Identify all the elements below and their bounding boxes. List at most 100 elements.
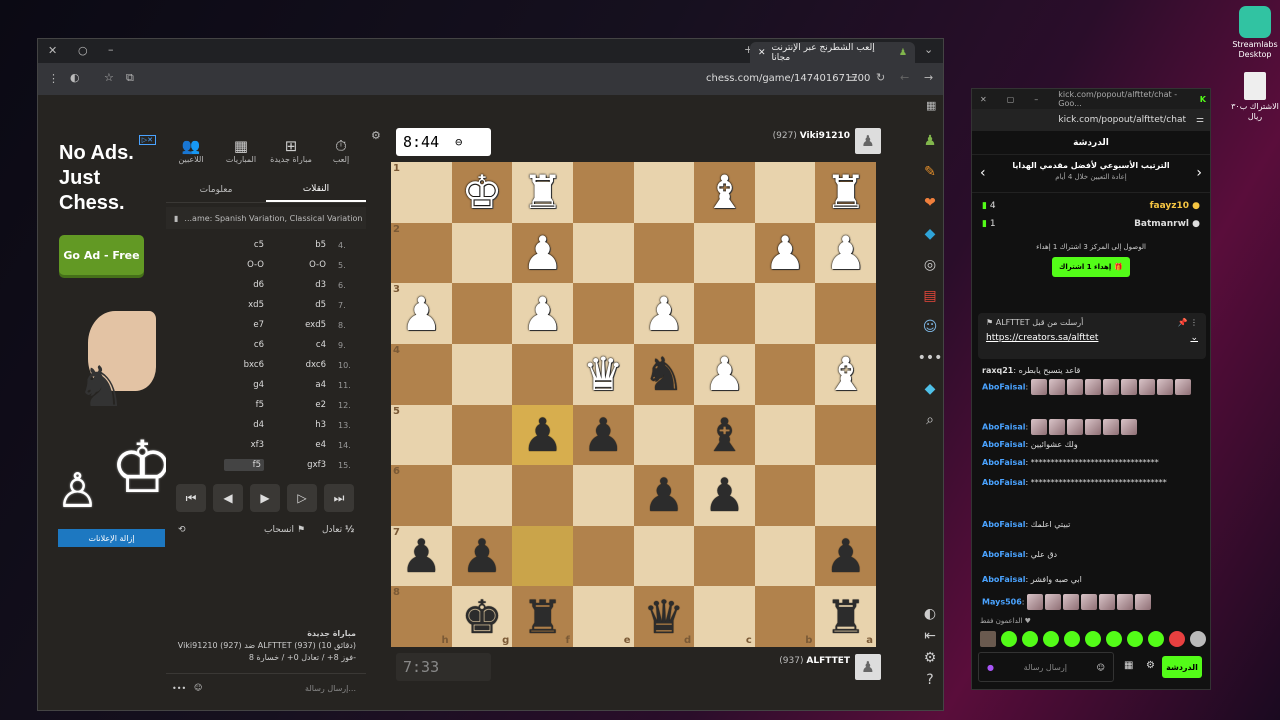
menu-dots-icon[interactable]: ⋮	[48, 72, 59, 85]
board-square[interactable]	[633, 162, 695, 223]
play-icon[interactable]: ❤	[918, 187, 942, 218]
board-square[interactable]	[815, 404, 876, 466]
board-square[interactable]	[754, 162, 816, 223]
board-square[interactable]: ♛	[572, 343, 634, 405]
emote-icon[interactable]	[1190, 631, 1206, 647]
board-square[interactable]: 8h	[391, 586, 452, 647]
forward-icon[interactable]: →	[924, 71, 933, 84]
board-square[interactable]	[694, 283, 755, 344]
chat-username[interactable]: AboFaisal	[982, 383, 1025, 392]
board-square[interactable]: ♟	[815, 525, 876, 587]
board-square[interactable]: ♟	[451, 525, 513, 587]
resign-button[interactable]: انسحاب ⚑	[264, 525, 305, 535]
white-bishop-icon[interactable]: ♝	[825, 351, 866, 397]
go-ad-free-button[interactable]: Go Ad - Free	[59, 235, 144, 275]
board-square[interactable]: ♝	[694, 404, 755, 466]
board-square[interactable]	[451, 465, 513, 526]
play-button[interactable]: ▶	[250, 484, 280, 512]
tune-icon[interactable]: ⚌	[848, 71, 858, 84]
black-queen-icon[interactable]: ♛	[643, 594, 684, 640]
bottom-player-info[interactable]: (937) ALFTTET	[738, 656, 850, 666]
board-square[interactable]	[754, 404, 816, 466]
black-move[interactable]: d4	[224, 420, 264, 430]
white-move[interactable]: e4	[286, 440, 326, 450]
board-square[interactable]	[512, 343, 573, 405]
chat-username[interactable]: AboFaisal	[982, 423, 1025, 432]
emoji-picker-icon[interactable]: ☺	[1097, 663, 1105, 672]
chat-username[interactable]: AboFaisal	[982, 550, 1025, 559]
chat-username[interactable]: Mays506	[982, 598, 1022, 607]
board-square[interactable]: 5	[391, 404, 452, 466]
board-square[interactable]: c	[694, 586, 755, 647]
board-square[interactable]	[451, 283, 513, 344]
remove-ads-button[interactable]: إزالة الإعلانات	[58, 529, 165, 547]
white-queen-icon[interactable]: ♛	[583, 351, 624, 397]
white-move[interactable]: b5	[286, 240, 326, 250]
black-rook-icon[interactable]: ♜	[522, 594, 563, 640]
board-square[interactable]: ♝	[815, 343, 876, 405]
black-rook-icon[interactable]: ♜	[825, 594, 866, 640]
game-chat-input[interactable]: ••• ☺ إرسال رسالة...	[166, 673, 366, 703]
close-window-icon[interactable]: ✕	[48, 44, 57, 57]
black-move[interactable]: O-O	[224, 260, 264, 270]
board-square[interactable]	[572, 222, 634, 284]
settings-icon[interactable]: ⚙	[918, 647, 942, 669]
board-square[interactable]: ♚	[451, 162, 513, 223]
top-player-info[interactable]: (927) Viki91210	[738, 131, 850, 141]
board-square[interactable]	[572, 162, 634, 223]
browser-tab[interactable]: ✕ إلعب الشطرنج عبر الإنترنت مجانا ♟	[750, 42, 915, 63]
mic-icon[interactable]: ●	[987, 663, 994, 672]
board-square[interactable]: ♟	[512, 222, 573, 284]
board-square[interactable]: a ♜	[815, 586, 876, 647]
emote-icon[interactable]	[1106, 631, 1122, 647]
white-move[interactable]: e2	[286, 400, 326, 410]
board-square[interactable]	[512, 525, 573, 587]
black-bishop-icon[interactable]: ♝	[704, 412, 745, 458]
prev-move-button[interactable]: ◀	[213, 484, 243, 512]
board-square[interactable]: ♟	[694, 343, 755, 405]
puzzles-icon[interactable]: ✎	[918, 156, 942, 187]
board-square[interactable]: 2	[391, 222, 452, 284]
white-pawn-icon[interactable]: ♟	[704, 351, 745, 397]
board-square[interactable]: ♟	[633, 465, 695, 526]
black-move[interactable]: c5	[224, 240, 264, 250]
board-square[interactable]	[633, 404, 695, 466]
board-square[interactable]	[694, 525, 755, 587]
pinned-link[interactable]: https://creators.sa/alfttet ⌄	[986, 333, 1198, 343]
board-square[interactable]: b	[754, 586, 816, 647]
kick-min-icon[interactable]: –	[1034, 95, 1038, 104]
news-icon[interactable]: ▤	[918, 280, 942, 311]
screenshot-icon[interactable]: ⧉	[126, 71, 134, 85]
black-move[interactable]: xd5	[224, 300, 264, 310]
chat-username[interactable]: AboFaisal	[982, 520, 1025, 529]
white-move[interactable]: a4	[286, 380, 326, 390]
white-move[interactable]: c4	[286, 340, 326, 350]
kick-close-icon[interactable]: ✕	[980, 95, 987, 104]
black-pawn-icon[interactable]: ♟	[522, 412, 563, 458]
emoji-icon[interactable]: ☺	[194, 683, 202, 692]
more-dots-icon[interactable]: •••	[172, 684, 186, 693]
kick-tune-icon[interactable]: ⚌	[1196, 115, 1204, 125]
prev-arrow-icon[interactable]: ‹	[980, 165, 986, 181]
board-square[interactable]: ♜	[815, 162, 876, 223]
white-pawn-icon[interactable]: ♟	[825, 230, 866, 276]
draw-button[interactable]: تعادل ½	[322, 525, 354, 535]
tab-close-icon[interactable]: ✕	[758, 48, 766, 58]
board-square[interactable]	[572, 465, 634, 526]
black-move[interactable]: xf3	[224, 440, 264, 450]
chat-username[interactable]: AboFaisal	[982, 458, 1025, 467]
site-info-icon[interactable]: ◐	[70, 71, 80, 84]
board-square[interactable]: ♞	[633, 343, 695, 405]
board-square[interactable]	[572, 525, 634, 587]
white-pawn-icon[interactable]: ♟	[522, 230, 563, 276]
more-icon[interactable]: •••	[918, 342, 943, 373]
board-square[interactable]	[633, 222, 695, 284]
chat-settings-icon[interactable]: ⚙	[1146, 660, 1155, 671]
emote-icon[interactable]	[1127, 631, 1143, 647]
diamond-icon[interactable]: ◆	[918, 373, 942, 404]
white-rook-icon[interactable]: ♜	[522, 169, 563, 215]
white-move[interactable]: O-O	[286, 260, 326, 270]
next-move-button[interactable]: ▷	[287, 484, 317, 512]
gift-sub-button[interactable]: إهداء 1 اشتراك 🎁	[1052, 257, 1130, 277]
watch-icon[interactable]: ◎	[918, 249, 942, 280]
